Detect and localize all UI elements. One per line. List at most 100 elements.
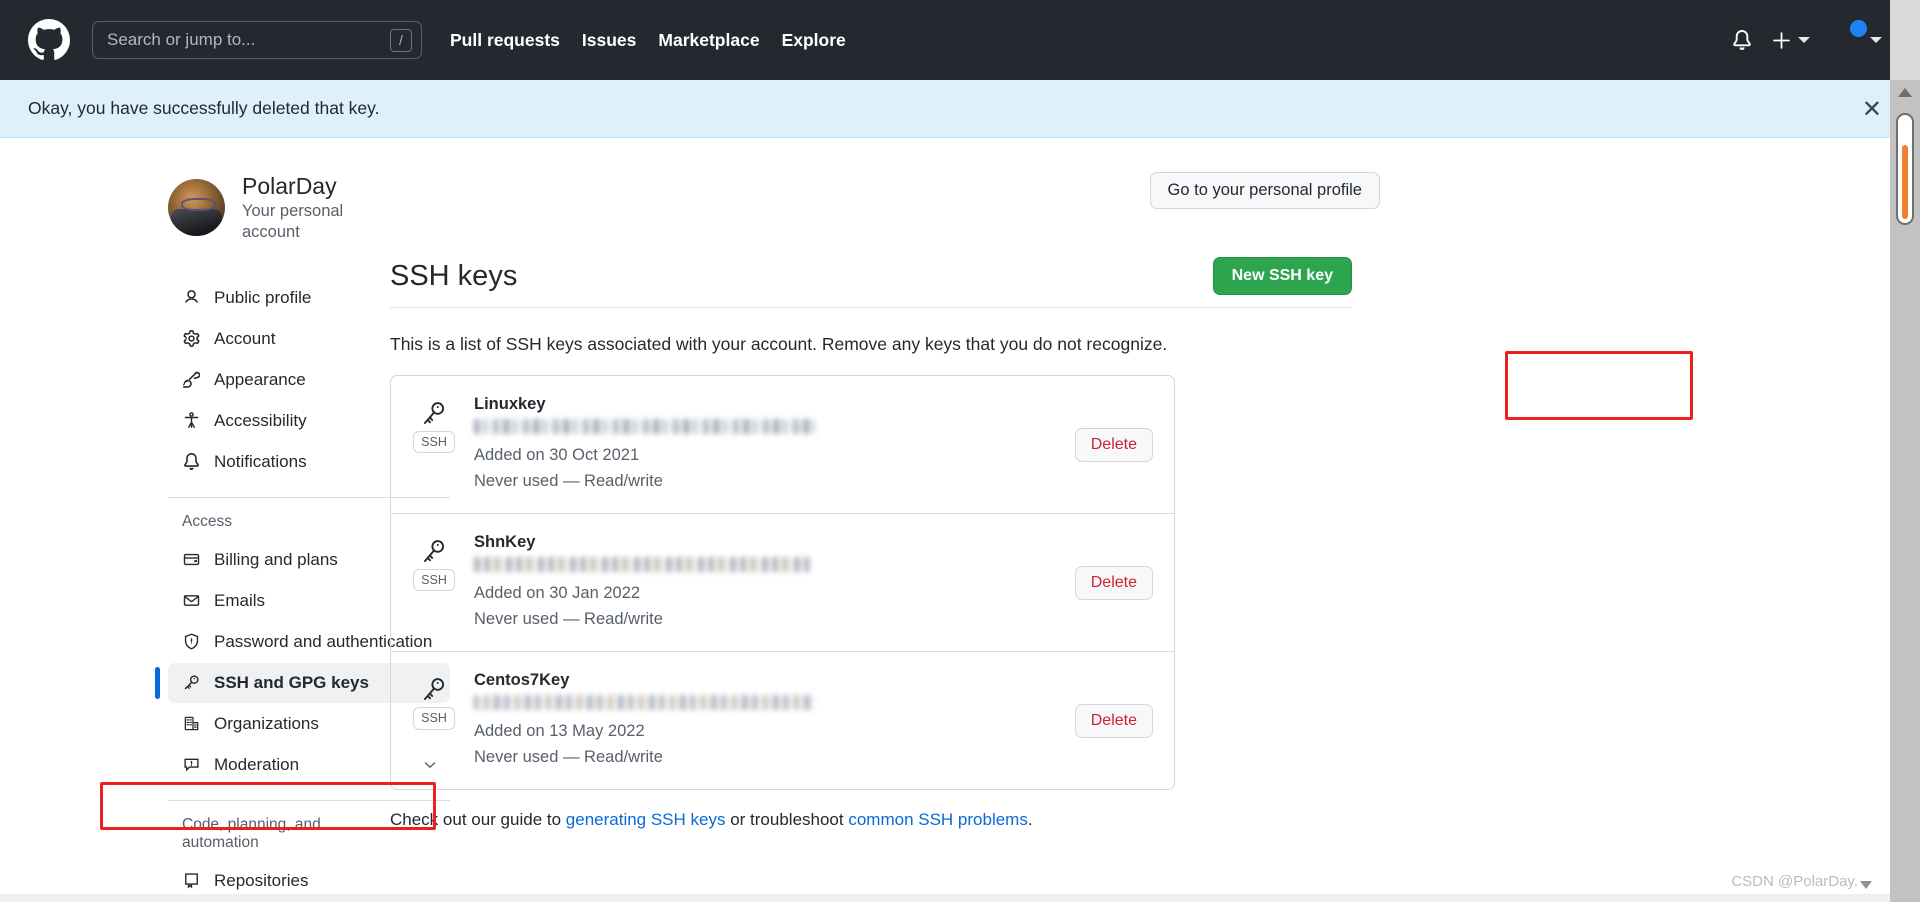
help-footer-note: Check out our guide to generating SSH ke… xyxy=(390,810,1590,830)
sidebar-item-label: Public profile xyxy=(214,287,312,307)
nav-issues[interactable]: Issues xyxy=(582,30,636,51)
key-info: Centos7Key Added on 13 May 2022 Never us… xyxy=(474,671,1055,770)
page-body: PolarDay Your personal account Public pr… xyxy=(0,138,1920,901)
nav-marketplace[interactable]: Marketplace xyxy=(658,30,759,51)
footer-suffix: . xyxy=(1027,810,1033,830)
scrollbar-thumb[interactable] xyxy=(1896,113,1914,225)
key-fingerprint-redacted xyxy=(474,557,810,573)
common-ssh-problems-link[interactable]: common SSH problems xyxy=(848,810,1028,829)
shield-lock-icon xyxy=(182,633,201,650)
repo-icon xyxy=(182,872,201,889)
header-right-actions xyxy=(1732,19,1892,57)
key-usage-status: Never used — Read/write xyxy=(474,747,663,766)
key-title: ShnKey xyxy=(474,533,536,552)
go-to-personal-profile-button[interactable]: Go to your personal profile xyxy=(1149,172,1380,209)
sidebar-profile-header: PolarDay Your personal account xyxy=(168,172,390,244)
sidebar-item-label: Billing and plans xyxy=(214,549,338,569)
plus-icon[interactable] xyxy=(1772,31,1791,50)
bell-icon[interactable] xyxy=(1732,30,1752,50)
chevron-down-icon xyxy=(1870,37,1882,43)
key-fingerprint-redacted xyxy=(474,695,814,711)
ssh-tag: SSH xyxy=(413,569,455,592)
search-shortcut-key: / xyxy=(390,28,412,52)
new-ssh-key-button[interactable]: New SSH key xyxy=(1212,257,1352,295)
flash-message-banner: Okay, you have successfully deleted that… xyxy=(0,80,1920,138)
key-icon xyxy=(421,677,447,703)
delete-key-button[interactable]: Delete xyxy=(1074,703,1153,738)
avatar[interactable] xyxy=(1830,19,1867,57)
key-added-date: Added on 13 May 2022 xyxy=(474,722,645,741)
footer-middle: or troubleshoot xyxy=(725,810,849,830)
sidebar-group-title-code: Code, planning, and automation xyxy=(182,815,321,851)
generating-ssh-keys-link[interactable]: generating SSH keys xyxy=(566,810,726,829)
profile-subtitle: Your personal account xyxy=(242,201,344,242)
caret-down-icon xyxy=(1860,880,1872,889)
profile-avatar xyxy=(168,179,225,237)
delete-key-button[interactable]: Delete xyxy=(1074,565,1153,600)
table-row: SSH Linuxkey Added on 30 Oct 2021 Never … xyxy=(391,376,1174,515)
key-info: Linuxkey Added on 30 Oct 2021 Never used… xyxy=(474,395,1055,494)
key-fingerprint-redacted xyxy=(474,419,815,434)
account-menu[interactable] xyxy=(1830,19,1882,57)
github-mark-icon[interactable] xyxy=(28,19,70,61)
sidebar-nav-access: Billing and plans Emails Password and au… xyxy=(155,540,450,785)
page-title: SSH keys xyxy=(390,259,518,292)
lead-description: This is a list of SSH keys associated wi… xyxy=(390,334,1168,354)
flash-message-text: Okay, you have successfully deleted that… xyxy=(28,98,380,118)
primary-nav: Pull requests Issues Marketplace Explore xyxy=(450,30,846,51)
sidebar-item-label: Emails xyxy=(214,590,266,610)
sidebar-item-label: Notifications xyxy=(214,451,307,471)
scroll-up-arrow-icon[interactable] xyxy=(1890,80,1920,104)
person-icon xyxy=(182,289,201,306)
gear-icon xyxy=(182,330,201,348)
paintbrush-icon xyxy=(182,371,201,388)
nav-explore[interactable]: Explore xyxy=(782,30,846,51)
search-placeholder: Search or jump to... xyxy=(107,30,256,49)
delete-key-button[interactable]: Delete xyxy=(1074,427,1153,462)
sidebar-item-label: Moderation xyxy=(214,754,300,774)
status-badge xyxy=(1850,19,1867,37)
credit-card-icon xyxy=(182,551,201,568)
sidebar-item-label: Accessibility xyxy=(214,410,307,430)
bell-icon xyxy=(182,453,201,471)
mail-icon xyxy=(182,592,201,609)
table-row: SSH ShnKey Added on 30 Jan 2022 Never us… xyxy=(391,514,1174,653)
annotation-box-new-ssh-key xyxy=(1505,351,1693,420)
ssh-tag: SSH xyxy=(413,431,455,454)
create-new-menu[interactable] xyxy=(1772,31,1810,50)
app-header: Search or jump to... / Pull requests Iss… xyxy=(0,0,1920,80)
sidebar-group-title-access: Access xyxy=(182,512,232,530)
window-bottom-strip xyxy=(0,894,1920,902)
key-icon-column: SSH xyxy=(413,533,455,592)
profile-button-row: Go to your personal profile xyxy=(390,172,1590,209)
key-info: ShnKey Added on 30 Jan 2022 Never used —… xyxy=(474,533,1055,632)
browser-scrollbar[interactable] xyxy=(1890,80,1920,902)
sidebar-item-label: Repositories xyxy=(214,870,309,890)
close-icon[interactable]: ✕ xyxy=(1852,93,1892,125)
footer-prefix: Check out our guide to xyxy=(390,810,566,830)
main-content: Go to your personal profile SSH keys New… xyxy=(390,138,1693,901)
key-icon-column: SSH xyxy=(413,671,455,730)
section-header: SSH keys New SSH key xyxy=(390,257,1352,308)
sidebar-item-label: SSH and GPG keys xyxy=(214,672,369,692)
key-icon xyxy=(421,401,447,427)
profile-name: PolarDay xyxy=(242,173,337,199)
key-added-date: Added on 30 Jan 2022 xyxy=(474,584,641,603)
search-input[interactable]: Search or jump to... / xyxy=(92,21,422,59)
nav-pull-requests[interactable]: Pull requests xyxy=(450,30,560,51)
watermark: CSDN @PolarDay. xyxy=(1731,873,1872,890)
ssh-tag: SSH xyxy=(413,707,455,730)
key-icon-column: SSH xyxy=(413,395,455,454)
key-usage-status: Never used — Read/write xyxy=(474,471,663,490)
organization-icon xyxy=(182,715,201,732)
settings-sidebar: PolarDay Your personal account Public pr… xyxy=(0,138,450,901)
watermark-text: CSDN @PolarDay. xyxy=(1731,873,1858,890)
report-icon xyxy=(182,756,201,773)
sidebar-item-label: Account xyxy=(214,328,276,348)
key-title: Centos7Key xyxy=(474,671,570,690)
sidebar-nav-primary: Public profile Account Appearance Access… xyxy=(168,278,390,482)
sidebar-item-label: Appearance xyxy=(214,369,306,389)
key-title: Linuxkey xyxy=(474,395,546,413)
table-row: SSH Centos7Key Added on 13 May 2022 Neve… xyxy=(391,652,1174,789)
accessibility-icon xyxy=(182,412,201,429)
